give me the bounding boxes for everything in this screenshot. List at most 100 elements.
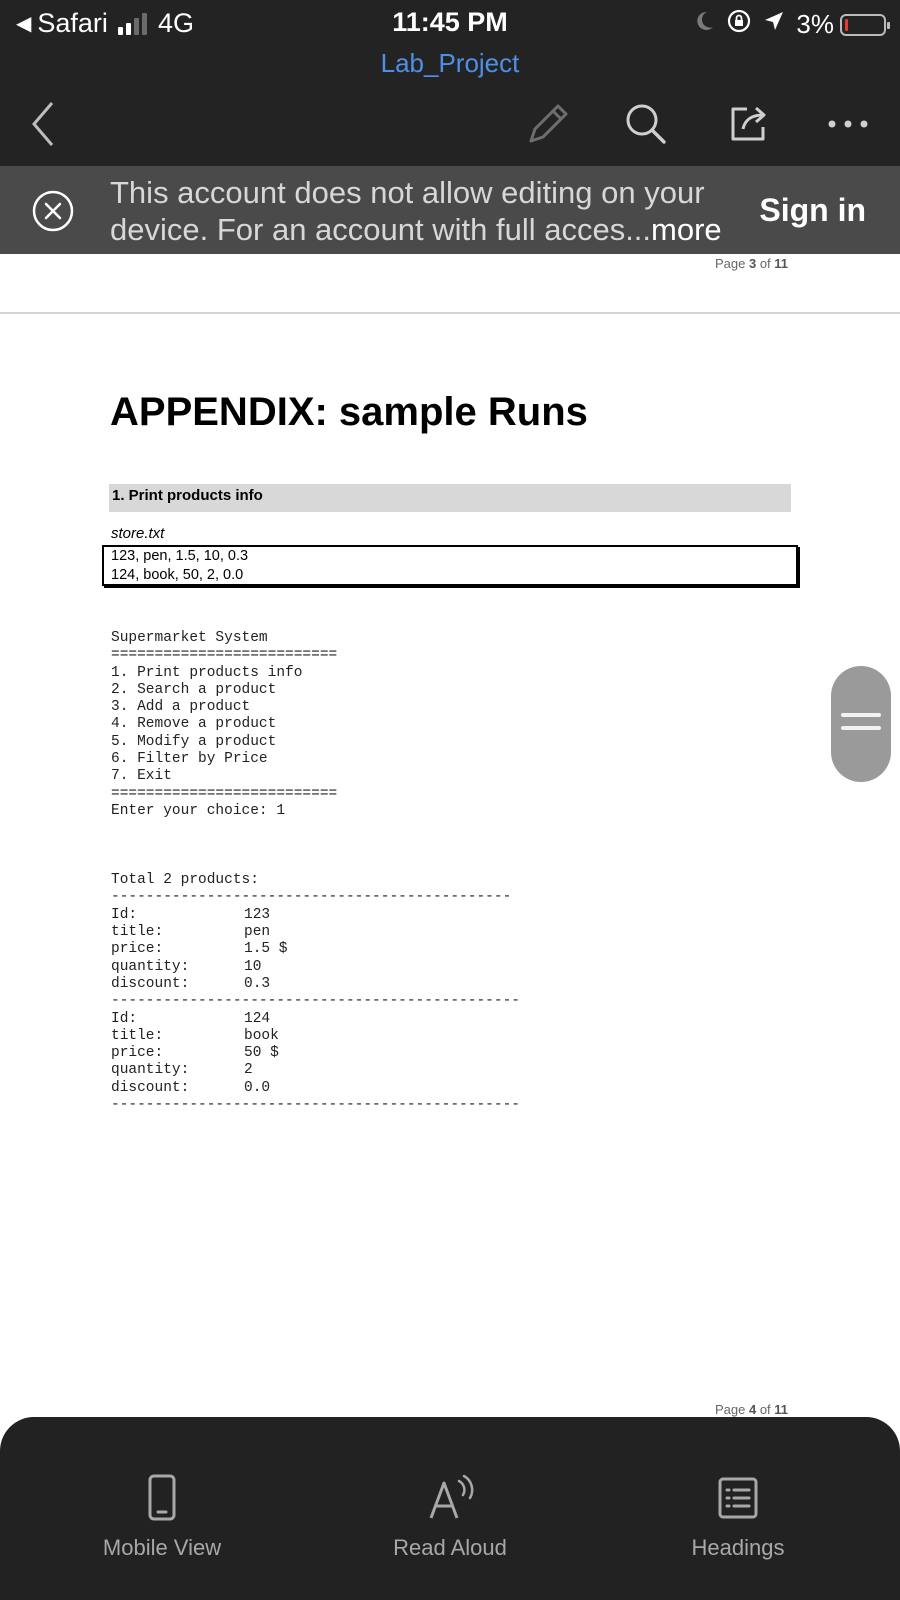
page-divider [0, 312, 900, 314]
page-prefix: Page [715, 1402, 749, 1417]
page-of: of [756, 256, 775, 271]
file-contents-box: 123, pen, 1.5, 10, 0.3 124, book, 50, 2,… [102, 545, 798, 586]
banner-line-2: device. For an account with full acces..… [110, 211, 722, 248]
banner-message: This account does not allow editing on y… [110, 174, 722, 248]
more-icon [828, 120, 868, 128]
file-name: store.txt [111, 525, 165, 542]
console-line: 3. Add a product [111, 699, 251, 716]
close-icon [32, 190, 74, 232]
banner-line-2-text: device. For an account with full acces..… [110, 212, 652, 247]
console-line: 2. Search a product [111, 681, 277, 698]
product-field: price: 1.5 $ [111, 941, 711, 958]
headings-button[interactable]: Headings [618, 1473, 858, 1561]
location-arrow-icon [762, 9, 786, 40]
status-bar: ◀ Safari 4G 11:45 PM 3% [0, 0, 900, 46]
banner-more-link[interactable]: more [651, 212, 722, 247]
back-button[interactable] [14, 94, 74, 154]
field-value: pen [244, 924, 271, 941]
field-key: quantity: [111, 958, 190, 975]
section-header: 1. Print products info [109, 484, 791, 512]
field-value: book [244, 1027, 279, 1044]
share-icon [731, 106, 766, 141]
field-key: Id: [111, 1010, 138, 1027]
battery-percent: 3% [796, 9, 834, 39]
search-icon [626, 104, 666, 144]
field-key: price: [111, 1045, 164, 1062]
console-line: 4. Remove a product [111, 716, 277, 733]
product-field: Id: 123 [111, 907, 711, 924]
share-button[interactable] [718, 94, 778, 154]
product-field: price: 50 $ [111, 1045, 711, 1062]
banner-close-button[interactable] [32, 190, 74, 232]
console-line: 1. Print products info [111, 664, 303, 681]
field-key: discount: [111, 1079, 190, 1096]
field-value: 2 [244, 1062, 253, 1079]
read-aloud-icon [429, 1474, 474, 1519]
banner-line-1: This account does not allow editing on y… [110, 175, 705, 210]
headings-list-icon [718, 1477, 758, 1519]
field-value: 123 [244, 906, 271, 923]
file-line: 123, pen, 1.5, 10, 0.3 [111, 548, 249, 564]
field-key: price: [111, 941, 164, 958]
console-line: 5. Modify a product [111, 733, 277, 750]
product-field: discount: 0.3 [111, 976, 711, 993]
page-of: of [756, 1402, 775, 1417]
console-blank [111, 838, 711, 855]
field-value: 0.3 [244, 975, 271, 992]
field-key: quantity: [111, 1062, 190, 1079]
bottom-toolbar: Mobile View Read Aloud Headings [0, 1417, 900, 1600]
console-line: ========================== [111, 647, 338, 664]
console-line: 7. Exit [111, 768, 172, 785]
field-value: 1.5 $ [244, 941, 288, 958]
field-value: 10 [244, 958, 262, 975]
scroll-handle[interactable] [831, 666, 891, 782]
console-line: Enter your choice: 1 [111, 802, 286, 819]
battery-fill [845, 18, 848, 31]
console-blank [111, 820, 711, 837]
tab-label: Mobile View [102, 1535, 222, 1560]
screen: ◀ Safari 4G 11:45 PM 3% Lab_Project This… [0, 0, 900, 1600]
edit-restriction-banner: This account does not allow editing on y… [0, 166, 900, 254]
document-title[interactable]: Lab_Project [0, 48, 900, 79]
tab-label: Read Aloud [393, 1535, 507, 1560]
console-line: 6. Filter by Price [111, 751, 268, 768]
field-value: 124 [244, 1010, 271, 1027]
product-field: quantity: 10 [111, 959, 711, 976]
mobile-view-button[interactable]: Mobile View [42, 1473, 282, 1561]
console-divider: ----------------------------------------… [111, 1097, 520, 1114]
sign-in-button[interactable]: Sign in [759, 192, 866, 229]
moon-icon [692, 9, 716, 40]
product-field: quantity: 2 [111, 1062, 711, 1079]
console-line: Total 2 products: [111, 872, 259, 889]
product-field: Id: 124 [111, 1011, 711, 1028]
console-divider: ----------------------------------------… [111, 993, 520, 1010]
field-key: title: [111, 924, 164, 941]
edit-button[interactable] [518, 94, 578, 154]
field-value: 50 $ [244, 1045, 279, 1062]
product-field: title: book [111, 1028, 711, 1045]
tab-label: Headings [691, 1535, 785, 1560]
console-line: Supermarket System [111, 630, 268, 646]
more-button[interactable] [818, 94, 878, 154]
rotation-lock-icon [726, 8, 752, 41]
page-total: 11 [774, 256, 789, 271]
page-prefix: Page [715, 256, 749, 271]
page-indicator-bottom: Page 4 of 11 [715, 1402, 788, 1417]
phone-icon [148, 1474, 176, 1521]
page-total: 11 [774, 1402, 789, 1417]
battery-icon [840, 13, 890, 36]
product-field: title: pen [111, 924, 711, 941]
page-heading: APPENDIX: sample Runs [110, 390, 588, 434]
search-button[interactable] [616, 94, 676, 154]
field-value: 0.0 [244, 1079, 271, 1096]
console-line: ========================== [111, 785, 338, 802]
document-viewer[interactable]: Page 3 of 11 APPENDIX: sample Runs 1. Pr… [0, 254, 900, 1417]
field-key: title: [111, 1027, 164, 1044]
console-output: Supermarket System =====================… [111, 630, 711, 1114]
field-key: Id: [111, 906, 138, 923]
field-key: discount: [111, 975, 190, 992]
toolbar: Lab_Project [0, 46, 900, 166]
console-divider: ----------------------------------------… [111, 889, 512, 906]
read-aloud-button[interactable]: Read Aloud [330, 1473, 570, 1561]
page-indicator-top: Page 3 of 11 [715, 256, 788, 271]
